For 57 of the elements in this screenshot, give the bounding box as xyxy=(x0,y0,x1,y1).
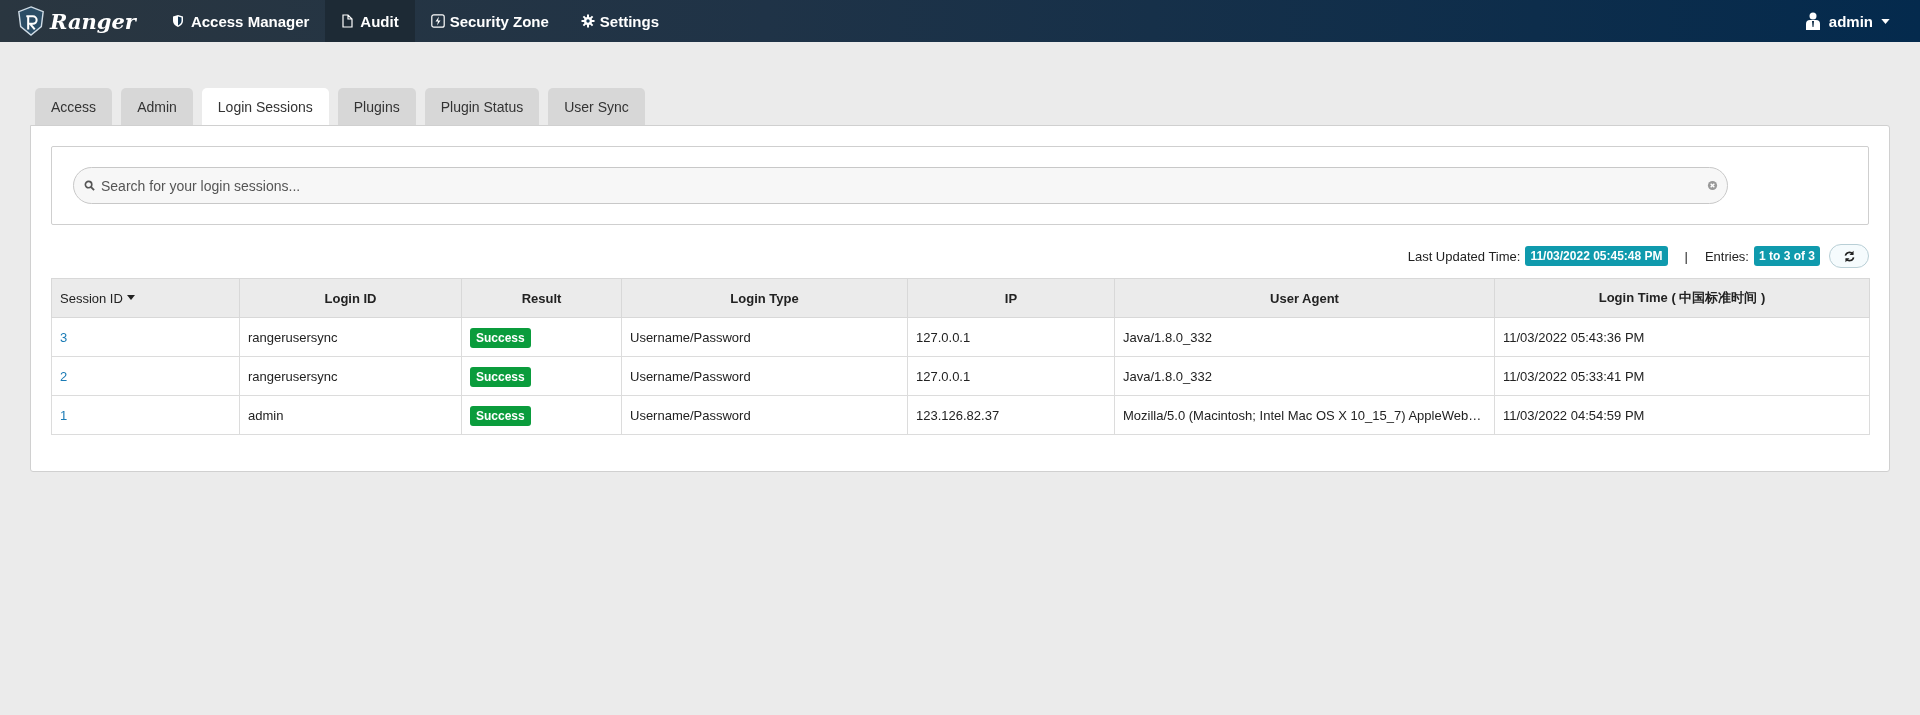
refresh-icon xyxy=(1842,249,1856,263)
table-cell: Username/Password xyxy=(621,317,908,357)
last-updated-label: Last Updated Time: xyxy=(1407,248,1521,264)
sort-caret-icon xyxy=(126,294,135,300)
table-cell: rangerusersync xyxy=(239,356,462,396)
table-cell: Username/Password xyxy=(621,356,908,396)
user-icon xyxy=(1804,12,1821,30)
column-header[interactable]: Login ID xyxy=(239,278,462,318)
shield-icon xyxy=(171,14,186,28)
tab[interactable]: Plugin Status xyxy=(424,88,540,125)
column-header[interactable]: IP xyxy=(907,278,1115,318)
last-updated-time: 11/03/2022 05:45:48 PM xyxy=(1525,246,1668,266)
tab[interactable]: Access xyxy=(35,88,113,125)
user-menu[interactable]: admin xyxy=(1804,12,1920,30)
clear-icon[interactable] xyxy=(1707,180,1718,191)
table-cell: rangerusersync xyxy=(239,317,462,357)
shield-logo-icon xyxy=(16,5,46,37)
table-cell: admin xyxy=(239,395,462,435)
brand-name[interactable]: Ranger xyxy=(50,8,136,34)
tab[interactable]: User Sync xyxy=(548,88,645,125)
refresh-button[interactable] xyxy=(1829,244,1869,268)
entries-count: 1 to 3 of 3 xyxy=(1754,246,1820,266)
table-cell: 11/03/2022 05:33:41 PM xyxy=(1494,356,1870,396)
nav-menu-item[interactable]: Settings xyxy=(564,0,676,42)
session-link[interactable]: 2 xyxy=(60,368,68,384)
separator: | xyxy=(1684,248,1688,264)
result-label: Success xyxy=(470,327,531,348)
search-field[interactable]: Search for your login sessions... xyxy=(73,167,1728,204)
tab[interactable]: Plugins xyxy=(337,88,416,125)
nav-menu-item[interactable]: Audit xyxy=(325,0,415,42)
column-header[interactable]: Result xyxy=(461,278,622,318)
lightning-icon xyxy=(430,14,445,28)
settings-icon xyxy=(580,14,595,28)
table-cell: Username/Password xyxy=(621,395,908,435)
result-label: Success xyxy=(470,405,531,426)
table-cell: 127.0.0.1 xyxy=(907,317,1115,357)
table-cell: 123.126.82.37 xyxy=(907,395,1115,435)
table-cell: 11/03/2022 05:43:36 PM xyxy=(1494,317,1870,357)
entries-label: Entries: xyxy=(1704,248,1749,264)
caret-icon xyxy=(1881,18,1890,24)
tab[interactable]: Admin xyxy=(121,88,193,125)
session-link[interactable]: 1 xyxy=(60,407,68,423)
table-cell: Java/1.8.0_332 xyxy=(1114,356,1495,396)
nav-menu-item[interactable]: Access Manager xyxy=(155,0,326,42)
table-cell: 127.0.0.1 xyxy=(907,356,1115,396)
column-header[interactable]: Session ID xyxy=(51,278,240,318)
table-cell: Mozilla/5.0 (Macintosh; Intel Mac OS X 10_15_7) AppleWeb… xyxy=(1114,395,1495,435)
result-label: Success xyxy=(470,366,531,387)
column-header[interactable]: Login Time ( 中国标准时间 ) xyxy=(1494,278,1870,318)
table-cell: 11/03/2022 04:54:59 PM xyxy=(1494,395,1870,435)
session-link[interactable]: 3 xyxy=(60,329,68,345)
table-cell: Java/1.8.0_332 xyxy=(1114,317,1495,357)
column-header[interactable]: User Agent xyxy=(1114,278,1495,318)
nav-menu-item[interactable]: Security Zone xyxy=(414,0,565,42)
column-header[interactable]: Login Type xyxy=(621,278,908,318)
document-icon xyxy=(341,14,356,28)
tab[interactable]: Login Sessions xyxy=(201,88,329,125)
